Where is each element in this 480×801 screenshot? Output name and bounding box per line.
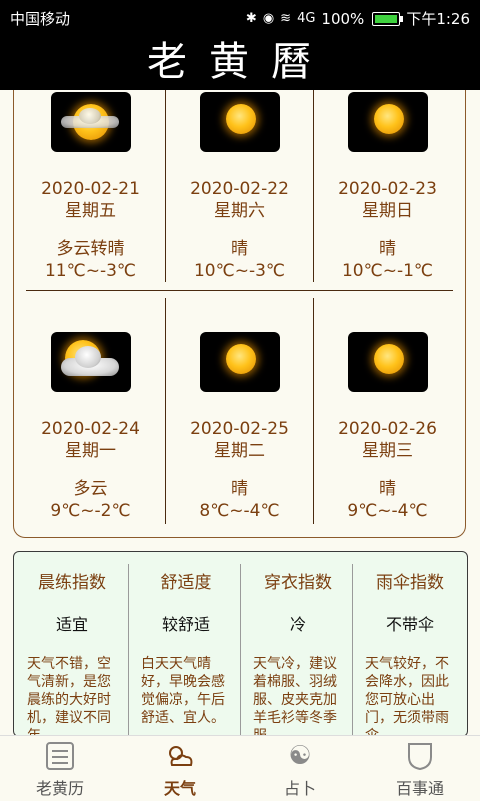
nav-label: 百事通	[395, 779, 444, 798]
index-title: 穿衣指数	[264, 573, 332, 593]
forecast-temp: 10℃~-3℃	[193, 261, 285, 281]
index-dressing: 穿衣指数 冷 天气冷，建议着棉服、羽绒服、皮夹克加羊毛衫等冬季服	[243, 552, 353, 736]
forecast-weekday: 星期一	[65, 441, 116, 461]
index-description: 天气冷，建议着棉服、羽绒服、皮夹克加羊毛衫等冬季服	[253, 656, 337, 737]
forecast-weekday: 星期二	[214, 441, 265, 461]
forecast-temp: 11℃~-3℃	[44, 261, 136, 281]
clock: 下午1:26	[406, 10, 470, 28]
divider	[26, 290, 453, 291]
forecast-temp: 8℃~-4℃	[199, 501, 280, 521]
signal-label: 4G	[297, 11, 316, 26]
forecast-condition: 晴	[379, 479, 396, 499]
forecast-panel: 2020-02-21 星期五 多云转晴 11℃~-3℃ 2020-02-22 星…	[13, 90, 466, 538]
carrier-label: 中国移动	[10, 10, 71, 28]
sun-icon	[347, 92, 428, 152]
forecast-date: 2020-02-25	[190, 419, 289, 439]
almanac-icon	[44, 741, 76, 771]
forecast-date: 2020-02-21	[41, 179, 140, 199]
nav-label: 老黄历	[35, 779, 84, 798]
sun-icon	[199, 332, 280, 392]
forecast-date: 2020-02-23	[338, 179, 437, 199]
forecast-date: 2020-02-24	[41, 419, 140, 439]
life-index-panel: 晨练指数 适宜 天气不错，空气清新，是您晨练的大好时机，建议不同年 舒适度 较舒…	[13, 551, 468, 737]
index-value: 适宜	[55, 615, 88, 634]
index-description: 白天天气晴好，早晚会感觉偏凉，午后舒适、宜人。	[141, 656, 225, 726]
forecast-condition: 晴	[379, 239, 396, 259]
forecast-day: 2020-02-26 星期三 晴 9℃~-4℃	[314, 332, 461, 522]
forecast-condition: 晴	[231, 239, 248, 259]
nav-label: 天气	[163, 779, 196, 798]
forecast-date: 2020-02-22	[190, 179, 289, 199]
index-value: 不带伞	[385, 615, 434, 634]
index-value: 较舒适	[161, 615, 210, 634]
index-title: 晨练指数	[38, 573, 106, 593]
nav-label: 占卜	[283, 779, 316, 798]
partly-sunny-icon	[50, 92, 131, 152]
index-morning-exercise: 晨练指数 适宜 天气不错，空气清新，是您晨练的大好时机，建议不同年	[17, 552, 127, 736]
index-title: 雨伞指数	[376, 573, 444, 593]
index-description: 天气不错，空气清新，是您晨练的大好时机，建议不同年	[27, 656, 111, 737]
forecast-condition: 多云转晴	[56, 239, 125, 259]
forecast-weekday: 星期三	[362, 441, 413, 461]
yin-yang-icon: ☯	[288, 741, 312, 771]
shield-icon	[404, 741, 436, 771]
index-comfort: 舒适度 较舒适 白天天气晴好，早晚会感觉偏凉，午后舒适、宜人。	[131, 552, 241, 736]
forecast-weekday: 星期六	[214, 201, 265, 221]
nav-encyclopedia[interactable]: 百事通	[360, 736, 480, 801]
nav-divination[interactable]: ☯ 占卜	[240, 736, 360, 801]
app-title: 老黄曆	[0, 34, 480, 90]
forecast-temp: 9℃~-2℃	[50, 501, 131, 521]
forecast-day: 2020-02-24 星期一 多云 9℃~-2℃	[17, 332, 164, 522]
nav-almanac[interactable]: 老黄历	[0, 736, 120, 801]
bottom-nav: 老黄历 天气 ☯ 占卜 百事通	[0, 735, 480, 801]
divider	[240, 564, 241, 736]
forecast-temp: 9℃~-4℃	[347, 501, 428, 521]
index-value: 冷	[289, 615, 306, 634]
forecast-condition: 多云	[73, 479, 108, 499]
eye-icon: ◉	[262, 11, 275, 26]
forecast-weekday: 星期五	[65, 201, 116, 221]
forecast-date: 2020-02-26	[338, 419, 437, 439]
sun-icon	[347, 332, 428, 392]
index-umbrella: 雨伞指数 不带伞 天气较好，不会降水，因此您可放心出门，无须带雨伞。	[355, 552, 465, 736]
forecast-temp: 10℃~-1℃	[341, 261, 433, 281]
divider	[128, 564, 129, 736]
forecast-condition: 晴	[231, 479, 248, 499]
wifi-icon: ≋	[280, 11, 292, 26]
battery-icon	[372, 11, 404, 26]
cloudy-icon	[50, 332, 131, 392]
status-bar: 中国移动 ✱ ◉ ≋ 4G 100% 下午1:26	[0, 0, 480, 34]
divider	[352, 564, 353, 736]
forecast-weekday: 星期日	[362, 201, 413, 221]
nav-weather[interactable]: 天气	[120, 736, 240, 801]
forecast-day: 2020-02-22 星期六 晴 10℃~-3℃	[166, 92, 313, 282]
battery-percent: 100%	[321, 9, 365, 28]
bluetooth-icon: ✱	[245, 11, 257, 26]
weather-icon	[164, 741, 196, 771]
forecast-day: 2020-02-21 星期五 多云转晴 11℃~-3℃	[17, 92, 164, 282]
forecast-day: 2020-02-23 星期日 晴 10℃~-1℃	[314, 92, 461, 282]
forecast-day: 2020-02-25 星期二 晴 8℃~-4℃	[166, 332, 313, 522]
sun-icon	[199, 92, 280, 152]
index-description: 天气较好，不会降水，因此您可放心出门，无须带雨伞。	[365, 656, 449, 737]
index-title: 舒适度	[160, 573, 212, 593]
